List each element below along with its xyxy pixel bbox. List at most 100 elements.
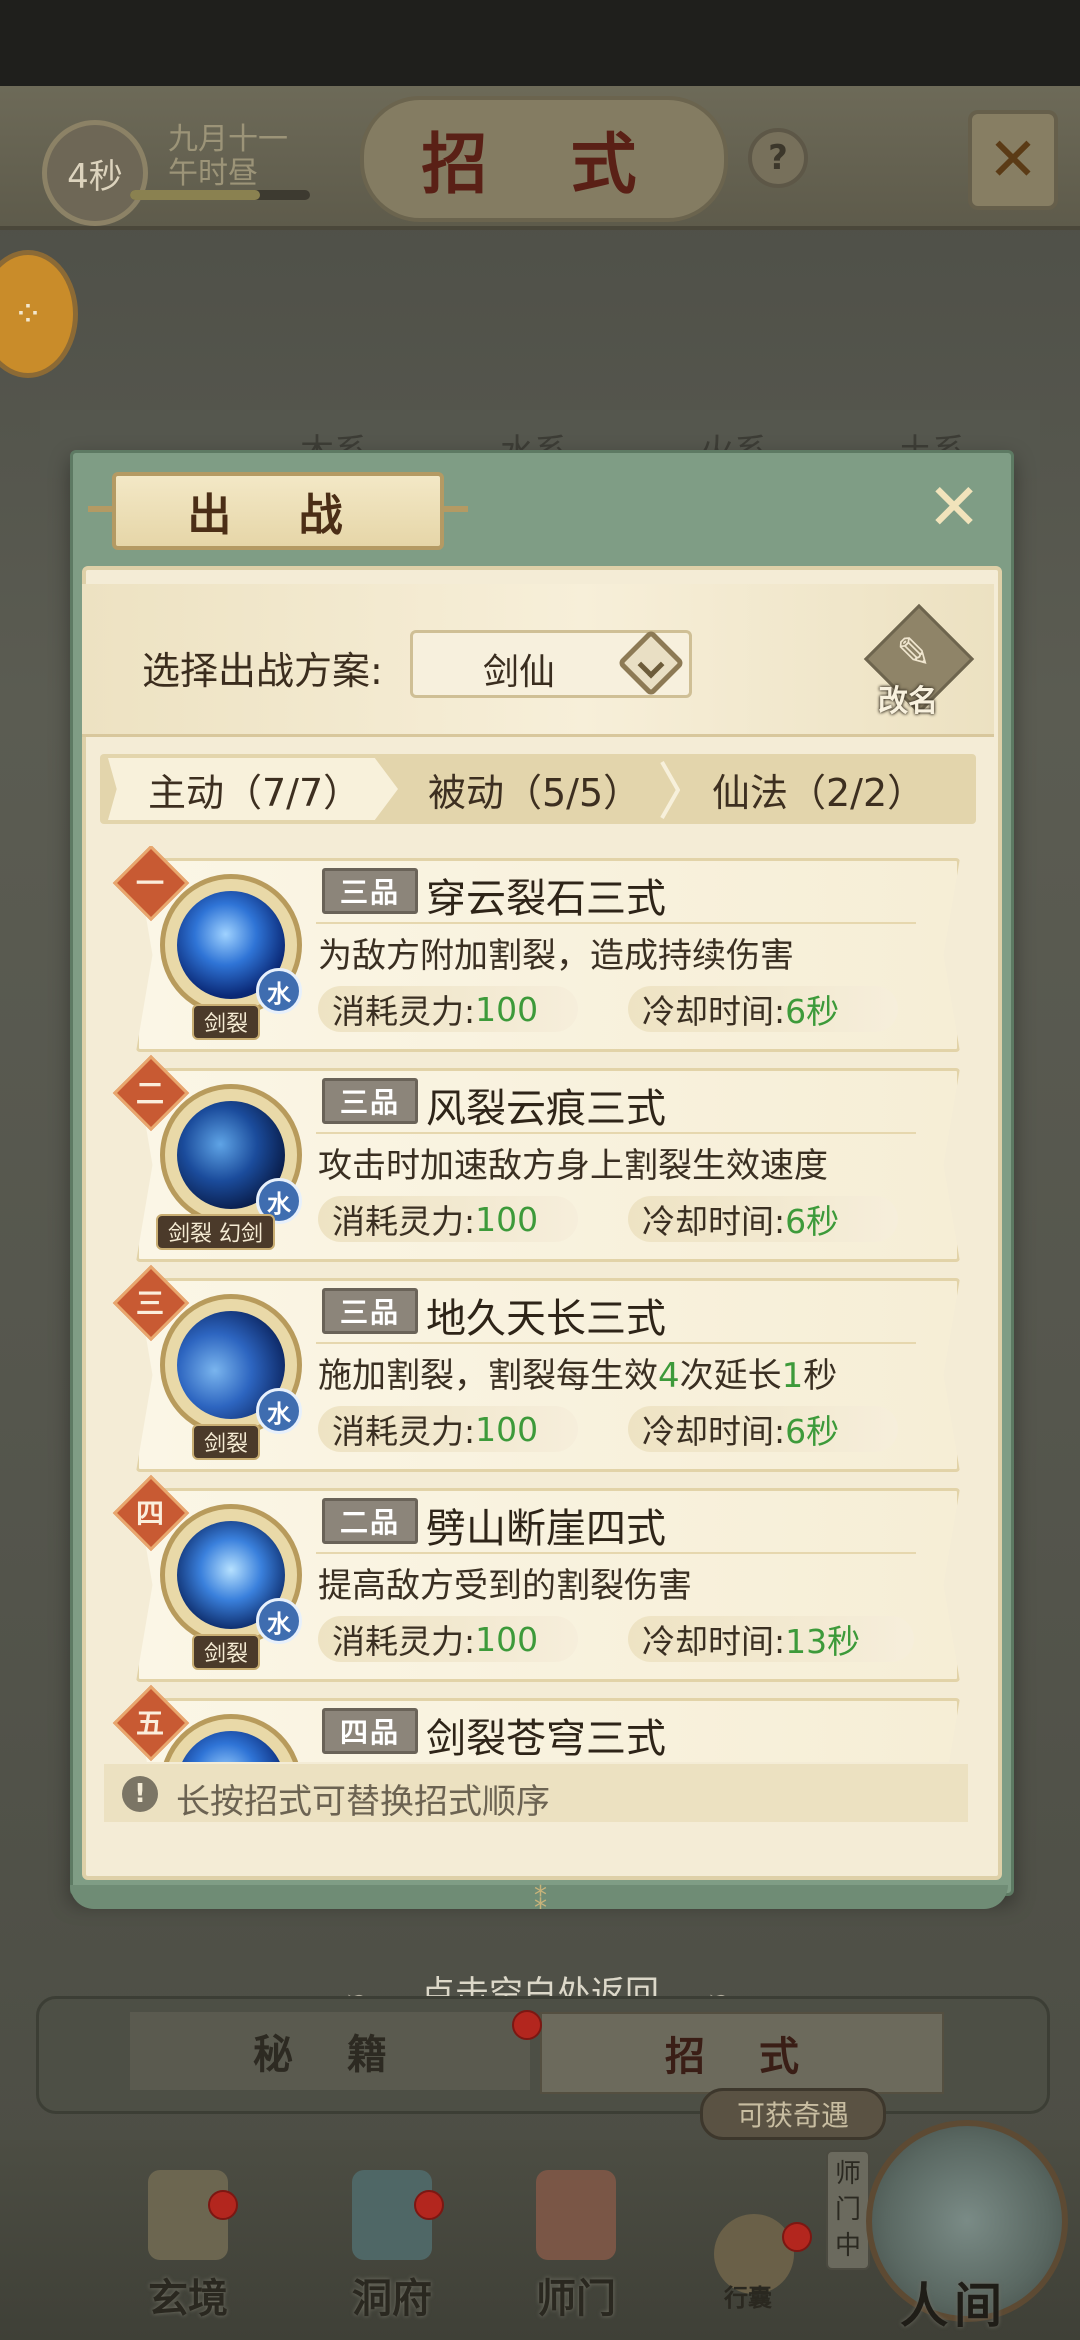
tab-separator-icon xyxy=(660,761,680,819)
cooldown-value: 6秒 xyxy=(785,1412,840,1451)
skill-type-tag: 剑裂 幻剑 xyxy=(156,1214,275,1250)
mana-cost-value: 100 xyxy=(475,989,539,1029)
grade-tag: 三品 xyxy=(322,1078,418,1124)
cooldown-label: 冷却时间: xyxy=(642,1202,786,1241)
skill-name: 风裂云痕三式 xyxy=(426,1086,666,1132)
mana-cost-value: 100 xyxy=(475,1409,539,1449)
grade-tag: 四品 xyxy=(322,1708,418,1754)
timer-badge: 4秒 xyxy=(42,120,148,226)
dropdown-arrow-icon xyxy=(617,629,685,697)
skill-type-tag: 剑裂 xyxy=(192,1424,261,1460)
skill-description: 为敌方附加割裂，造成持续伤害 xyxy=(318,936,794,976)
scroll-knob-icon: ⁑ xyxy=(534,1886,547,1916)
status-strip xyxy=(0,0,1080,86)
skill-description: 攻击时加速敌方身上割裂生效速度 xyxy=(318,1146,828,1186)
scheme-label: 选择出战方案: xyxy=(142,649,383,693)
rank-number: 一 xyxy=(135,867,164,900)
opportunity-tag[interactable]: 可获奇遇 xyxy=(700,2088,886,2140)
time-of-day-label: 午时昼 xyxy=(168,156,258,191)
mana-cost-label: 消耗灵力: xyxy=(332,992,476,1031)
dialog-title: 出 战 xyxy=(88,472,468,550)
divider xyxy=(316,922,916,924)
mana-cost: 消耗灵力: 100 xyxy=(318,1196,578,1242)
desc-part: 次延长 xyxy=(679,1356,782,1396)
water-element-icon: 水 xyxy=(256,1598,302,1644)
mana-cost: 消耗灵力: 100 xyxy=(318,986,578,1032)
nav-label: 玄境 xyxy=(148,2275,228,2322)
grade-tag: 二品 xyxy=(322,1498,418,1544)
scheme-select-value: 剑仙 xyxy=(483,652,556,693)
mana-cost-value: 100 xyxy=(475,1199,539,1239)
divider xyxy=(316,1342,916,1344)
cooldown-label: 冷却时间: xyxy=(642,1622,786,1661)
dialog-close-button[interactable]: ✕ xyxy=(918,471,990,545)
rename-button[interactable]: ✎ 改名 xyxy=(863,603,975,720)
reorder-hint: 长按招式可替换招式顺序 xyxy=(176,1782,550,1822)
mana-cost: 消耗灵力: 100 xyxy=(318,1616,578,1662)
water-element-icon: 水 xyxy=(256,968,302,1014)
desc-number: 1 xyxy=(781,1356,804,1396)
divider xyxy=(316,1552,916,1554)
rename-label: 改名 xyxy=(878,684,938,719)
water-element-icon: 水 xyxy=(256,1388,302,1434)
skill-type-tag: 剑裂 xyxy=(192,1004,261,1040)
skill-name: 劈山断崖四式 xyxy=(426,1506,666,1552)
rank-number: 五 xyxy=(135,1707,164,1740)
notification-dot xyxy=(208,2190,238,2220)
tab-secret-manuals[interactable]: 秘 籍 xyxy=(130,2012,530,2090)
banner-icon xyxy=(536,2170,616,2260)
close-page-button[interactable]: ✕ xyxy=(968,110,1058,210)
nav-sect[interactable]: 师门 xyxy=(516,2170,636,2322)
notification-dot xyxy=(414,2190,444,2220)
notification-dot xyxy=(512,2010,542,2040)
divider xyxy=(316,1132,916,1134)
cooldown-value: 13秒 xyxy=(785,1622,861,1661)
skill-list[interactable]: 一 水 剑裂 三品 穿云裂石三式 为敌方附加割裂，造成持续伤害 消耗灵力: 100… xyxy=(100,846,976,1762)
mana-cost-label: 消耗灵力: xyxy=(332,1412,476,1451)
nav-label: 洞府 xyxy=(352,2275,432,2322)
cooldown-label: 冷却时间: xyxy=(642,1412,786,1451)
skill-name: 地久天长三式 xyxy=(426,1296,666,1342)
cooldown: 冷却时间: 6秒 xyxy=(628,1406,898,1452)
notification-dot xyxy=(782,2222,812,2252)
rank-number: 三 xyxy=(135,1287,164,1320)
skill-description: 施加割裂，割裂每生效4次延长1秒 xyxy=(318,1348,837,1397)
purse-label: 行囊 xyxy=(724,2284,772,2312)
brush-icon: ✎ xyxy=(896,628,932,677)
cooldown-value: 6秒 xyxy=(785,1202,840,1241)
skill-type-tag: 剑裂 xyxy=(192,1634,261,1670)
sect-status-label: 师门中 xyxy=(826,2150,870,2270)
page-title: 招 式 xyxy=(360,96,728,222)
tab-passive-skills[interactable]: 被动（5/5） xyxy=(428,758,641,820)
cooldown: 冷却时间: 13秒 xyxy=(628,1616,914,1662)
info-icon: ! xyxy=(122,1776,158,1812)
mana-cost-label: 消耗灵力: xyxy=(332,1622,476,1661)
mana-cost-value: 100 xyxy=(475,1619,539,1659)
cooldown: 冷却时间: 6秒 xyxy=(628,986,898,1032)
skill-description: 提高敌方受到的割裂伤害 xyxy=(318,1566,692,1606)
tab-immortal-arts[interactable]: 仙法（2/2） xyxy=(712,758,925,820)
desc-part: 施加割裂，割裂每生效 xyxy=(318,1356,658,1396)
mana-cost-label: 消耗灵力: xyxy=(332,1202,476,1241)
desc-part: 秒 xyxy=(803,1356,838,1396)
rank-number: 四 xyxy=(135,1497,164,1530)
tab-moves[interactable]: 招 式 xyxy=(540,2012,944,2094)
rank-number: 二 xyxy=(135,1077,164,1110)
cooldown-value: 6秒 xyxy=(785,992,840,1031)
skill-art xyxy=(177,1731,285,1762)
nav-label: 师门 xyxy=(536,2275,616,2322)
skill-name: 穿云裂石三式 xyxy=(426,876,666,922)
cooldown: 冷却时间: 6秒 xyxy=(628,1196,898,1242)
help-button[interactable]: ? xyxy=(748,128,808,188)
grade-tag: 三品 xyxy=(322,1288,418,1334)
desc-number: 4 xyxy=(658,1356,680,1396)
grade-tag: 三品 xyxy=(322,868,418,914)
time-progress-fill xyxy=(130,190,260,200)
world-label: 人间 xyxy=(900,2278,1009,2334)
cooldown-label: 冷却时间: xyxy=(642,992,786,1031)
mana-cost: 消耗灵力: 100 xyxy=(318,1406,578,1452)
tab-active-skills[interactable]: 主动（7/7） xyxy=(108,758,398,820)
skill-name: 剑裂苍穹三式 xyxy=(426,1716,666,1762)
time-progress-bar xyxy=(130,190,310,200)
scheme-select[interactable]: 剑仙 xyxy=(410,629,692,698)
